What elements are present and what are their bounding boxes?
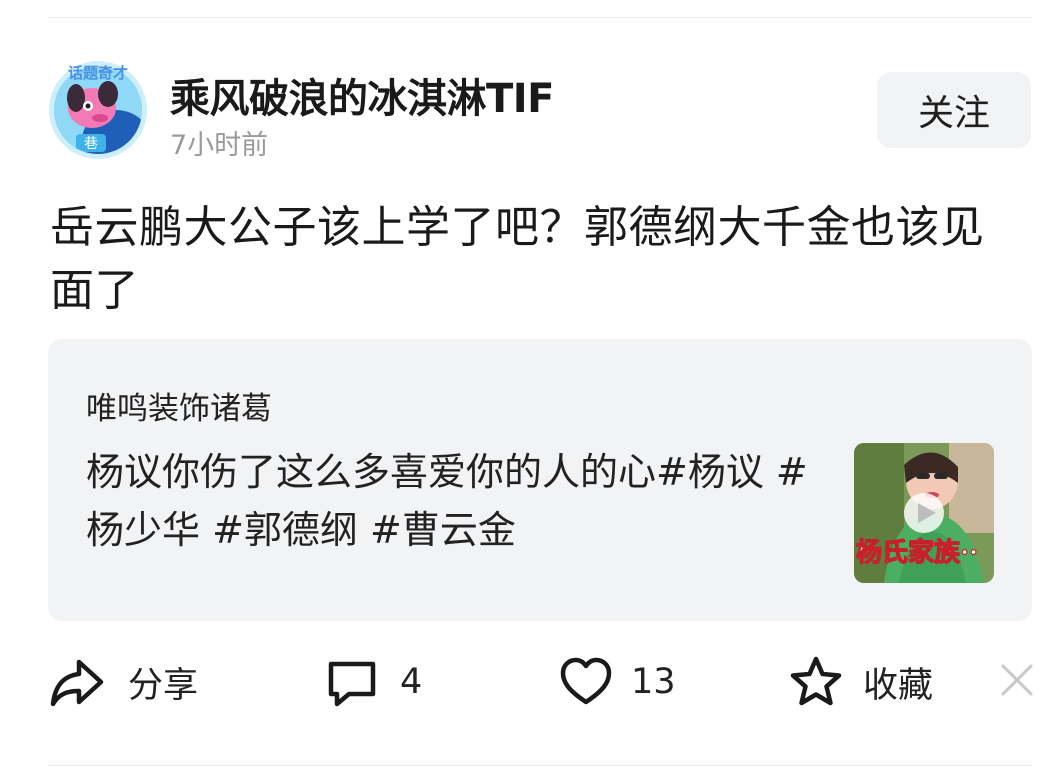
comment-button[interactable]: 4 — [322, 650, 422, 714]
svg-text:巷: 巷 — [84, 136, 98, 152]
favorite-label: 收藏 — [863, 665, 934, 706]
like-button[interactable]: 13 — [557, 650, 676, 714]
author-name[interactable]: 乘风破浪的冰淇淋TIF — [170, 66, 555, 124]
favorite-button[interactable]: 收藏 — [787, 650, 933, 714]
close-icon — [1001, 664, 1033, 696]
avatar[interactable]: 巷 话题奇才 — [46, 58, 150, 162]
bottom-divider — [48, 765, 1032, 766]
follow-button[interactable]: 关注 — [877, 72, 1031, 148]
thumb-caption: 杨氏家族·· — [856, 537, 978, 568]
post-time: 7小时前 — [170, 130, 269, 161]
avatar-badge-text: 话题奇才 — [68, 64, 128, 82]
dismiss-button[interactable] — [997, 660, 1037, 700]
share-icon — [48, 653, 106, 711]
quoted-post-card[interactable]: 唯鸣装饰诸葛 杨议你伤了这么多喜爱你的人的心#杨议 #杨少华 #郭德纲 #曹云金… — [48, 339, 1032, 621]
heart-icon — [557, 653, 615, 711]
comment-icon — [322, 653, 380, 711]
video-thumbnail[interactable]: 杨氏家族·· — [854, 443, 994, 583]
follow-label: 关注 — [917, 93, 990, 134]
post-title[interactable]: 岳云鹏大公子该上学了吧？郭德纲大千金也该见面了 — [50, 196, 1020, 322]
comment-count: 4 — [400, 662, 423, 702]
quoted-text[interactable]: 杨议你伤了这么多喜爱你的人的心#杨议 #杨少华 #郭德纲 #曹云金 — [86, 443, 816, 559]
top-divider — [48, 17, 1032, 18]
feed-card: 巷 话题奇才 乘风破浪的冰淇淋TIF 7小时前 关注 岳云鹏大公子该上学了吧？郭… — [0, 0, 1042, 776]
star-icon — [787, 653, 845, 711]
share-button[interactable]: 分享 — [48, 650, 198, 714]
like-count: 13 — [631, 662, 676, 702]
quoted-author[interactable]: 唯鸣装饰诸葛 — [86, 383, 272, 428]
avatar-image: 巷 话题奇才 — [49, 61, 147, 159]
share-label: 分享 — [128, 665, 199, 706]
video-thumbnail-image: 杨氏家族·· — [854, 443, 994, 583]
